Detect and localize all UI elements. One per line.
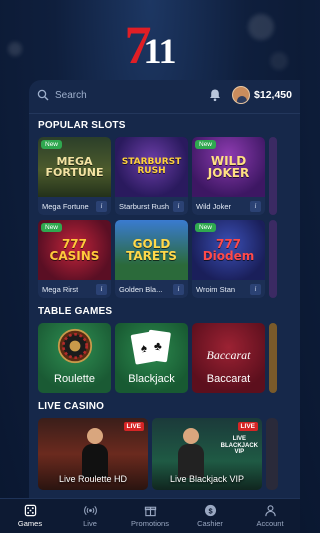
slot-name: Golden Bla... [119,284,163,294]
balance-amount[interactable]: $12,450 [254,89,292,101]
new-badge: New [195,140,217,149]
bell-icon[interactable] [208,88,222,102]
nav-account[interactable]: Account [240,499,300,533]
slot-art-title: MEGA FORTUNE [45,155,104,179]
slot-card-partial[interactable] [269,220,277,298]
table-games-row: Roulette ♠ ♣ Blackjack Baccarat Baccarat [29,323,300,393]
slot-meta: Golden Bla... i [115,280,188,298]
dealer-figure [82,428,108,478]
live-card-roulette-hd[interactable]: LIVE Live Roulette HD [38,418,148,490]
info-icon[interactable]: i [173,200,184,212]
live-casino-row: LIVE Live Roulette HD LIVE LIVE BLACKJAC… [29,418,300,490]
slot-meta: Mega Fortune i [38,197,111,215]
live-game-name: Live Blackjack VIP [169,474,245,484]
slot-card-777-diodem[interactable]: New 777 Diodem Wroim Stan i [192,220,265,298]
info-icon[interactable]: i [96,200,107,212]
table-game-name: Baccarat [206,373,251,385]
table-card-blackjack[interactable]: ♠ ♣ Blackjack [115,323,188,393]
nav-live[interactable]: Live [60,499,120,533]
nav-label: Account [256,519,284,528]
roulette-wheel-icon [57,328,93,364]
slot-meta: Wroim Stan i [192,280,265,298]
new-badge: New [41,140,63,149]
slots-row-2: New 777 CASINS Mega Rirst i GOLD TARETS … [29,220,300,298]
slot-art: GOLD TARETS [115,220,188,280]
live-sub-title: LIVE BLACKJACK VIP [220,436,258,456]
gift-icon [144,506,156,517]
nav-games[interactable]: Games [0,499,60,533]
nav-label: Live [83,519,97,528]
slot-art-title: GOLD TARETS [126,237,177,263]
bottom-nav: Games Live Promotions $ Cashier Account [0,498,300,533]
games-panel: Search $12,450 POPULAR SLOTS New MEGA FO… [29,80,300,498]
section-title-live-casino: LIVE CASINO [38,401,105,412]
search-input[interactable]: Search [37,89,208,101]
brand-logo: 7 11 [0,14,300,72]
slot-meta: Wild Joker i [192,197,265,215]
top-bar: Search $12,450 [29,81,300,109]
live-game-name: Live Roulette HD [58,474,128,484]
slot-name: Wroim Stan [196,284,236,294]
slot-meta: Starburst Rush i [115,197,188,215]
slot-card-mega-fortune[interactable]: New MEGA FORTUNE Mega Fortune i [38,137,111,215]
section-title-popular-slots: POPULAR SLOTS [38,120,126,131]
dealer-figure [178,428,204,478]
slot-card-starburst-rush[interactable]: STARBURST RUSH Starburst Rush i [115,137,188,215]
nav-label: Games [17,519,43,528]
nav-promotions[interactable]: Promotions [120,499,180,533]
search-placeholder: Search [55,89,87,101]
avatar[interactable] [232,86,251,104]
slot-art: STARBURST RUSH [115,137,188,197]
new-badge: New [195,223,217,232]
nav-cashier[interactable]: $ Cashier [180,499,240,533]
slot-card-777-casins[interactable]: New 777 CASINS Mega Rirst i [38,220,111,298]
slot-meta: Mega Rirst i [38,280,111,298]
slots-row-1: New MEGA FORTUNE Mega Fortune i STARBURS… [29,137,300,215]
slot-name: Wild Joker [196,201,232,211]
info-icon[interactable]: i [250,283,261,295]
broadcast-icon [83,505,97,516]
live-card-blackjack-vip[interactable]: LIVE LIVE BLACKJACK VIP Live Blackjack V… [152,418,262,490]
table-card-partial[interactable] [269,323,277,393]
dollar-coin-icon: $ [204,504,216,517]
section-title-table-games: TABLE GAMES [38,306,113,317]
table-card-roulette[interactable]: Roulette [38,323,111,393]
info-icon[interactable]: i [173,283,184,295]
slot-art-title: WILD JOKER [207,154,250,180]
nav-label: Promotions [131,519,169,528]
slot-art-title: 777 CASINS [49,237,100,263]
slot-art-title: 777 Diodem [202,237,255,263]
slot-card-gold-tarets[interactable]: GOLD TARETS Golden Bla... i [115,220,188,298]
slot-name: Mega Fortune [42,201,89,211]
new-badge: New [41,223,63,232]
table-card-baccarat[interactable]: Baccarat Baccarat [192,323,265,393]
nav-label: Cashier [197,519,223,528]
logo-eleven: 11 [143,31,176,71]
person-icon [264,505,276,517]
baccarat-art-title: Baccarat [206,347,251,362]
table-game-name: Roulette [54,373,95,385]
live-card-partial[interactable] [266,418,278,490]
slot-name: Starburst Rush [119,201,170,211]
live-badge: LIVE [123,422,144,431]
dice-icon [24,504,36,517]
info-icon[interactable]: i [96,283,107,295]
table-game-name: Blackjack [128,373,175,385]
search-icon [37,89,49,101]
slot-art-title: STARBURST RUSH [121,157,182,176]
info-icon[interactable]: i [250,200,261,212]
slot-card-partial[interactable] [269,137,277,215]
slot-name: Mega Rirst [42,284,79,294]
slot-card-wild-joker[interactable]: New WILD JOKER Wild Joker i [192,137,265,215]
cards-icon: ♠ ♣ [130,329,171,365]
live-badge: LIVE [237,422,258,431]
